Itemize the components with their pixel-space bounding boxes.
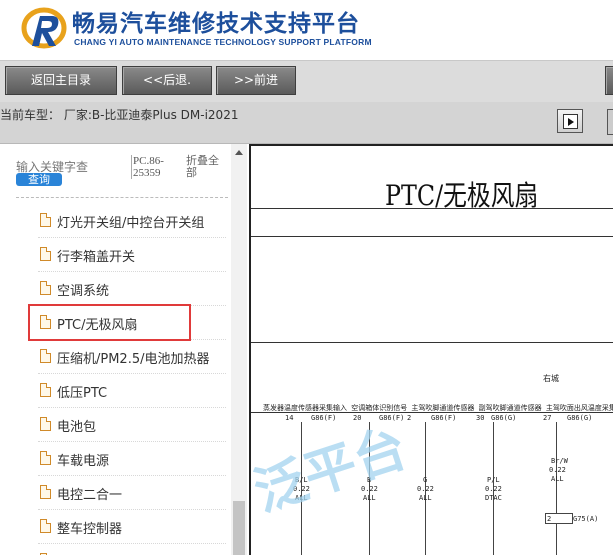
document-icon — [40, 519, 51, 533]
wire-line — [556, 523, 557, 555]
document-icon — [40, 281, 51, 295]
wire-gauge: 0.22 — [549, 466, 566, 474]
connector-id: G86(F) — [311, 414, 337, 422]
forward-button[interactable]: >>前进 — [216, 66, 296, 95]
back-button[interactable]: <<后退. — [122, 66, 212, 95]
tree-item-trunk-switch[interactable]: 行李箱盖开关 — [38, 238, 226, 272]
wire-option: ALL — [551, 475, 564, 483]
connector-box — [545, 513, 573, 524]
scroll-thumb[interactable] — [233, 501, 245, 555]
title-divider-2 — [251, 236, 613, 237]
tree-item-label: 车载电源 — [57, 454, 110, 469]
tree-item-label: 空调系统 — [57, 284, 110, 299]
schematic-top-border — [251, 342, 613, 343]
wire-option: ALL — [363, 494, 376, 502]
nav-bar: 返回主目录 <<后退. >>前进 — [0, 60, 613, 103]
collapse-all-button[interactable]: 折叠全部 — [186, 155, 226, 179]
watermark-text: 泛平台 — [249, 418, 415, 524]
pin-number: 14 — [285, 414, 294, 422]
connector-id: G86(G) — [567, 414, 593, 422]
tree-item-label: 压缩机/PM2.5/电池加热器 — [57, 352, 210, 367]
tree-item-light-switch[interactable]: 灯光开关组/中控台开关组 — [38, 204, 226, 238]
home-button[interactable]: 返回主目录 — [5, 66, 117, 95]
selected-item-highlight — [28, 304, 191, 341]
tree-item-label: 低压PTC — [57, 386, 108, 401]
changyi-logo-icon — [21, 7, 67, 49]
document-icon — [40, 349, 51, 363]
tree-item-low-voltage-ptc[interactable]: 低压PTC — [38, 374, 226, 408]
tree-item-compressor[interactable]: 压缩机/PM2.5/电池加热器 — [38, 340, 226, 374]
wire-color: Br/W — [551, 457, 568, 465]
pin-number: 30 — [476, 414, 485, 422]
tree-item-motor-controller[interactable]: 电控二合一 — [38, 476, 226, 510]
document-icon — [40, 383, 51, 397]
wire-gauge: 0.22 — [485, 485, 502, 493]
sidebar-scrollbar[interactable] — [231, 144, 247, 555]
document-icon — [40, 247, 51, 261]
brand-subtitle: CHANG YI AUTO MAINTENANCE TECHNOLOGY SUP… — [74, 37, 372, 47]
connector-id: G75(A) — [573, 515, 599, 523]
pin-number: 27 — [543, 414, 552, 422]
expand-panel-button[interactable] — [557, 109, 583, 133]
tree-item-label: 整车控制器 — [57, 522, 123, 537]
document-icon — [40, 485, 51, 499]
current-car-model: 当前车型： 厂家:B-比亚迪泰Plus DM-i2021 — [0, 108, 239, 122]
panel-toggle-icon — [563, 114, 578, 129]
tree-item-vehicle-controller[interactable]: 整车控制器 — [38, 510, 226, 544]
tree-item-onboard-power[interactable]: 车载电源 — [38, 442, 226, 476]
document-viewer: PTC/无极风扇 右城 蒸发器温度传感器采集输入 空调箱体识别信号 主驾吹脚通道… — [249, 144, 613, 555]
tree-item-ac-system[interactable]: 空调系统 — [38, 272, 226, 306]
scroll-up-arrow-icon[interactable] — [235, 150, 243, 155]
wire-color: P/L — [487, 476, 500, 484]
arrow-right-icon — [568, 118, 574, 126]
sidebar-divider — [16, 197, 228, 198]
tree-item-label: 电池包 — [57, 420, 97, 435]
car-info-bar: 当前车型： 厂家:B-比亚迪泰Plus DM-i2021 — [0, 102, 613, 144]
tree-item-label: 电控二合一 — [57, 488, 123, 503]
region-label: 右城 — [543, 374, 559, 383]
pin-number: 2 — [407, 414, 412, 422]
wire-gauge: 0.22 — [417, 485, 434, 493]
tree-item-battery-pack[interactable]: 电池包 — [38, 408, 226, 442]
document-icon — [40, 417, 51, 431]
document-icon — [40, 213, 51, 227]
carbar-extra-button[interactable] — [607, 109, 613, 135]
wire-color: G — [423, 476, 428, 484]
app-header: 畅易汽车维修技术支持平台 CHANG YI AUTO MAINTENANCE T… — [0, 0, 613, 60]
query-button[interactable]: 查询 — [16, 173, 62, 186]
sidebar-tree: 输入关键字查 查询 PC.86-25359 折叠全部 灯光开关组/中控台开关组 … — [0, 144, 231, 555]
wire-option: DTAC — [485, 494, 502, 502]
connector-id: G86(F) — [431, 414, 457, 422]
tree-item-label: 行李箱盖开关 — [57, 250, 136, 265]
pc-code-label: PC.86-25359 — [131, 155, 177, 179]
tree-item-label: 灯光开关组/中控台开关组 — [57, 216, 205, 231]
connector-id: G86(G) — [491, 414, 517, 422]
brand-title: 畅易汽车维修技术支持平台 — [72, 11, 360, 37]
tree-item-partial[interactable] — [38, 544, 226, 555]
title-divider — [251, 208, 613, 209]
ecu-border — [251, 412, 613, 413]
document-icon — [40, 451, 51, 465]
wire-option: ALL — [419, 494, 432, 502]
nav-extra-button[interactable] — [605, 66, 613, 95]
